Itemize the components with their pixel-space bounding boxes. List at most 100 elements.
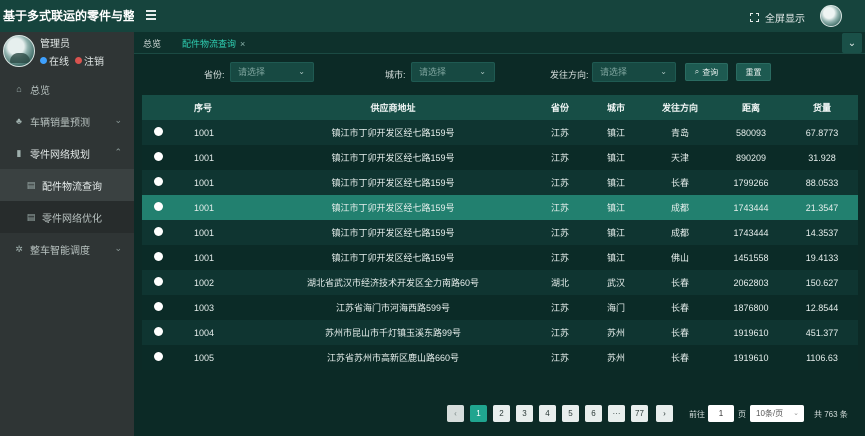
page-button[interactable]: 2: [493, 405, 510, 422]
cell-volume: 1106.63: [806, 352, 838, 363]
sidebar-item-label: 零件网络规划: [30, 149, 90, 161]
column-header-volume[interactable]: 货量: [786, 95, 858, 120]
column-header-province[interactable]: 省份: [532, 95, 588, 120]
page-button[interactable]: 6: [585, 405, 602, 422]
column-header-distance[interactable]: 距离: [716, 95, 786, 120]
filter-bar: 省份: 请选择 ⌄ 城市: 请选择 ⌄ 发往方向: 请选择 ⌄ ⌕ 查询 重置: [134, 62, 865, 84]
tab-overview[interactable]: 总览: [143, 37, 161, 50]
table-row[interactable]: 1001 镇江市丁卯开发区经七路159号 江苏 镇江 佛山 1451558 19.4133: [142, 245, 858, 270]
column-header-address[interactable]: 供应商地址: [254, 95, 532, 120]
page-button[interactable]: 3: [516, 405, 533, 422]
sidebar-item-sales-forecast[interactable]: ♣ 车辆销量预测 ⌄: [0, 105, 134, 137]
row-radio[interactable]: [154, 202, 163, 211]
cell-id: 1001: [194, 177, 215, 188]
sidebar-item-parts-network-optimization[interactable]: ▤ 零件网络优化: [0, 201, 134, 233]
table-row[interactable]: 1001 镇江市丁卯开发区经七路159号 江苏 镇江 成都 1743444 14.3537: [142, 220, 858, 245]
chevron-down-icon: ⌄: [114, 115, 122, 125]
row-radio[interactable]: [154, 177, 163, 186]
sidebar-item-parts-network[interactable]: ▮ 零件网络规划 ⌃: [0, 137, 134, 169]
cell-address: 江苏省苏州市高新区鹿山路660号: [326, 353, 460, 363]
cell-address: 镇江市丁卯开发区经七路159号: [331, 178, 455, 188]
cell-city: 镇江: [606, 178, 625, 188]
table-row[interactable]: 1001 镇江市丁卯开发区经七路159号 江苏 镇江 成都 1743444 21.3547: [142, 195, 858, 220]
cell-id: 1001: [194, 127, 215, 138]
page-button[interactable]: 5: [562, 405, 579, 422]
row-radio[interactable]: [154, 152, 163, 161]
page-size-value: 10条/页: [756, 409, 784, 418]
goto-page-input[interactable]: 1: [708, 405, 734, 422]
row-select-cell: [142, 120, 194, 145]
gear-icon: ✲: [15, 243, 23, 254]
sidebar-item-label: 总览: [30, 85, 50, 97]
search-button[interactable]: ⌕ 查询: [685, 63, 728, 81]
page-suffix: 页: [738, 410, 746, 419]
avatar[interactable]: [3, 35, 35, 67]
top-avatar[interactable]: [820, 5, 842, 27]
column-header-city[interactable]: 城市: [588, 95, 644, 120]
table-row[interactable]: 1001 镇江市丁卯开发区经七路159号 江苏 镇江 天津 890209 31.928: [142, 145, 858, 170]
page-size-select[interactable]: 10条/页 ⌄: [750, 405, 804, 422]
cell-volume: 21.3547: [805, 202, 839, 213]
city-placeholder: 请选择: [419, 67, 447, 77]
row-radio[interactable]: [154, 277, 163, 286]
cell-id: 1003: [194, 302, 215, 313]
row-select-cell: [142, 295, 194, 320]
cell-province: 江苏: [550, 303, 569, 313]
user-info: 管理员 在线 注销: [40, 35, 104, 68]
cell-distance: 1451558: [733, 252, 769, 263]
list-icon: ▤: [26, 179, 36, 190]
goto-label: 前往: [689, 410, 705, 419]
row-radio[interactable]: [154, 302, 163, 311]
sidebar-item-vehicle-dispatch[interactable]: ✲ 整车智能调度 ⌄: [0, 233, 134, 265]
reset-button[interactable]: 重置: [736, 63, 771, 81]
page-button[interactable]: 4: [539, 405, 556, 422]
city-select[interactable]: 请选择 ⌄: [411, 62, 495, 82]
cell-address: 江苏省海门市河海西路599号: [335, 303, 451, 313]
row-radio[interactable]: [154, 352, 163, 361]
tabs-bar: 总览 配件物流查询 × ⌄: [134, 32, 865, 54]
direction-select[interactable]: 请选择 ⌄: [592, 62, 676, 82]
cell-direction: 长春: [670, 328, 689, 338]
table-row[interactable]: 1002 湖北省武汉市经济技术开发区全力南路60号 湖北 武汉 长春 2062803 150…: [142, 270, 858, 295]
cell-distance: 1743444: [733, 227, 769, 238]
tab-parts-logistics-query[interactable]: 配件物流查询 ×: [182, 37, 245, 50]
sidebar-item-overview[interactable]: ⌂ 总览: [0, 73, 134, 105]
province-select[interactable]: 请选择 ⌄: [230, 62, 314, 82]
table-row[interactable]: 1003 江苏省海门市河海西路599号 江苏 海门 长春 1876800 12.8544: [142, 295, 858, 320]
table-row[interactable]: 1005 江苏省苏州市高新区鹿山路660号 江苏 苏州 长春 1919610 1106.63: [142, 345, 858, 370]
cell-province: 江苏: [550, 228, 569, 238]
sidebar-item-parts-logistics-query[interactable]: ▤ 配件物流查询: [0, 169, 134, 201]
row-radio[interactable]: [154, 327, 163, 336]
cell-address: 镇江市丁卯开发区经七路159号: [331, 228, 455, 238]
cell-distance: 1919610: [733, 352, 769, 363]
table-row[interactable]: 1001 镇江市丁卯开发区经七路159号 江苏 镇江 青岛 580093 67.8773: [142, 120, 858, 145]
row-radio[interactable]: [154, 127, 163, 136]
page-button[interactable]: 77: [631, 405, 648, 422]
row-radio[interactable]: [154, 227, 163, 236]
cell-city: 镇江: [606, 203, 625, 213]
sidebar-item-label: 零件网络优化: [42, 213, 102, 225]
tabs-dropdown-button[interactable]: ⌄: [842, 33, 862, 53]
fullscreen-button[interactable]: 全屏显示: [750, 10, 805, 25]
page-button[interactable]: ···: [608, 405, 625, 422]
menu-toggle-icon[interactable]: [146, 10, 156, 20]
list-icon: ▤: [26, 211, 36, 222]
table-row[interactable]: 1004 苏州市昆山市千灯镇玉溪东路99号 江苏 苏州 长春 1919610 451.377: [142, 320, 858, 345]
tree-icon: ♣: [16, 116, 22, 126]
column-header-direction[interactable]: 发往方向: [644, 95, 716, 120]
cell-id: 1005: [194, 352, 215, 363]
logout-link[interactable]: 注销: [84, 53, 104, 68]
next-page-button[interactable]: ›: [656, 405, 673, 422]
cell-province: 江苏: [550, 203, 569, 213]
row-radio[interactable]: [154, 252, 163, 261]
table-row[interactable]: 1001 镇江市丁卯开发区经七路159号 江苏 镇江 长春 1799266 88.0533: [142, 170, 858, 195]
cell-distance: 1799266: [733, 177, 769, 188]
cell-city: 苏州: [606, 353, 625, 363]
close-icon[interactable]: ×: [240, 39, 245, 49]
prev-page-button[interactable]: ‹: [447, 405, 464, 422]
page-button[interactable]: 1: [470, 405, 487, 422]
cell-distance: 1919610: [733, 327, 769, 338]
cell-address: 镇江市丁卯开发区经七路159号: [331, 203, 455, 213]
cell-city: 镇江: [606, 153, 625, 163]
column-header-id[interactable]: 序号: [194, 95, 254, 120]
